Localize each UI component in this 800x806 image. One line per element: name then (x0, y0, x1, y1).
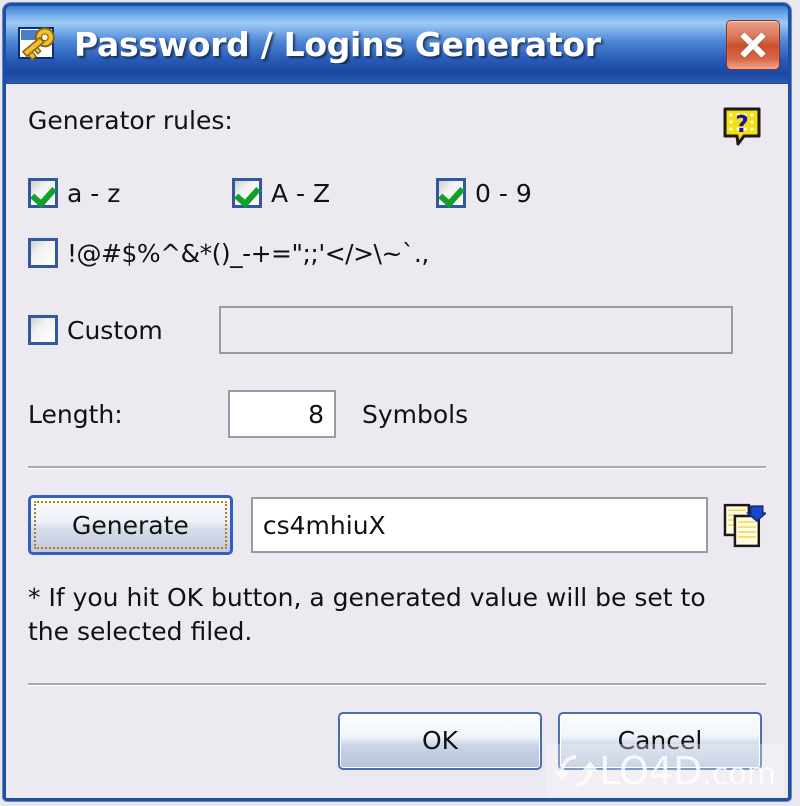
checkbox-custom-box[interactable] (28, 315, 58, 345)
copy-to-clipboard-icon[interactable] (722, 502, 766, 548)
checkbox-uppercase-label: A - Z (271, 178, 331, 208)
checkbox-special-symbols-label: !@#$%^&*()_-+=";;'</>\~`., (67, 238, 429, 268)
window-title: Password / Logins Generator (74, 25, 601, 64)
checkbox-special-symbols-box[interactable] (28, 238, 58, 268)
dialog-footer: OK Cancel (28, 711, 766, 770)
checkbox-digits-label: 0 - 9 (475, 178, 532, 208)
dialog-window: Password / Logins Generator Generator ru… (3, 3, 791, 801)
checkbox-custom[interactable]: Custom (28, 315, 163, 345)
help-question-icon[interactable]: ? (722, 106, 762, 146)
length-label: Length: (28, 399, 123, 429)
separator-bottom (28, 682, 766, 686)
checkbox-lowercase-box[interactable] (28, 178, 58, 208)
checkbox-custom-label: Custom (67, 315, 163, 345)
generated-password-input[interactable] (250, 497, 709, 553)
length-input[interactable] (228, 390, 336, 438)
checkbox-uppercase-box[interactable] (232, 178, 262, 208)
rules-header: Generator rules: ? (28, 84, 766, 146)
title-bar: Password / Logins Generator (6, 6, 788, 84)
checkbox-uppercase[interactable]: A - Z (232, 178, 382, 208)
custom-charset-input[interactable] (218, 306, 733, 354)
checkbox-lowercase-label: a - z (67, 178, 121, 208)
ok-button[interactable]: OK (338, 711, 542, 770)
svg-text:?: ? (735, 112, 748, 138)
generator-rules-label: Generator rules: (28, 106, 233, 135)
generate-button[interactable]: Generate (28, 495, 233, 555)
length-row: Length: Symbols (28, 390, 766, 438)
info-note: * If you hit OK button, a generated valu… (28, 583, 706, 646)
checkbox-special-symbols[interactable]: !@#$%^&*()_-+=";;'</>\~`., (28, 238, 766, 268)
cancel-button[interactable]: Cancel (558, 711, 762, 770)
separator-top (28, 466, 766, 469)
custom-row: Custom (28, 306, 766, 354)
key-icon (18, 26, 55, 61)
generate-row: Generate (28, 495, 766, 555)
checkbox-digits[interactable]: 0 - 9 (436, 178, 532, 208)
checkbox-digits-box[interactable] (436, 178, 466, 208)
length-unit-label: Symbols (362, 399, 469, 429)
close-button[interactable] (726, 19, 780, 70)
charset-checkbox-row: a - z A - Z 0 - 9 (28, 178, 766, 208)
checkbox-lowercase[interactable]: a - z (28, 178, 178, 208)
dialog-body: Generator rules: ? a - z A - Z 0 - 9 !@#… (6, 84, 788, 798)
special-symbols-row: !@#$%^&*()_-+=";;'</>\~`., (28, 238, 766, 268)
